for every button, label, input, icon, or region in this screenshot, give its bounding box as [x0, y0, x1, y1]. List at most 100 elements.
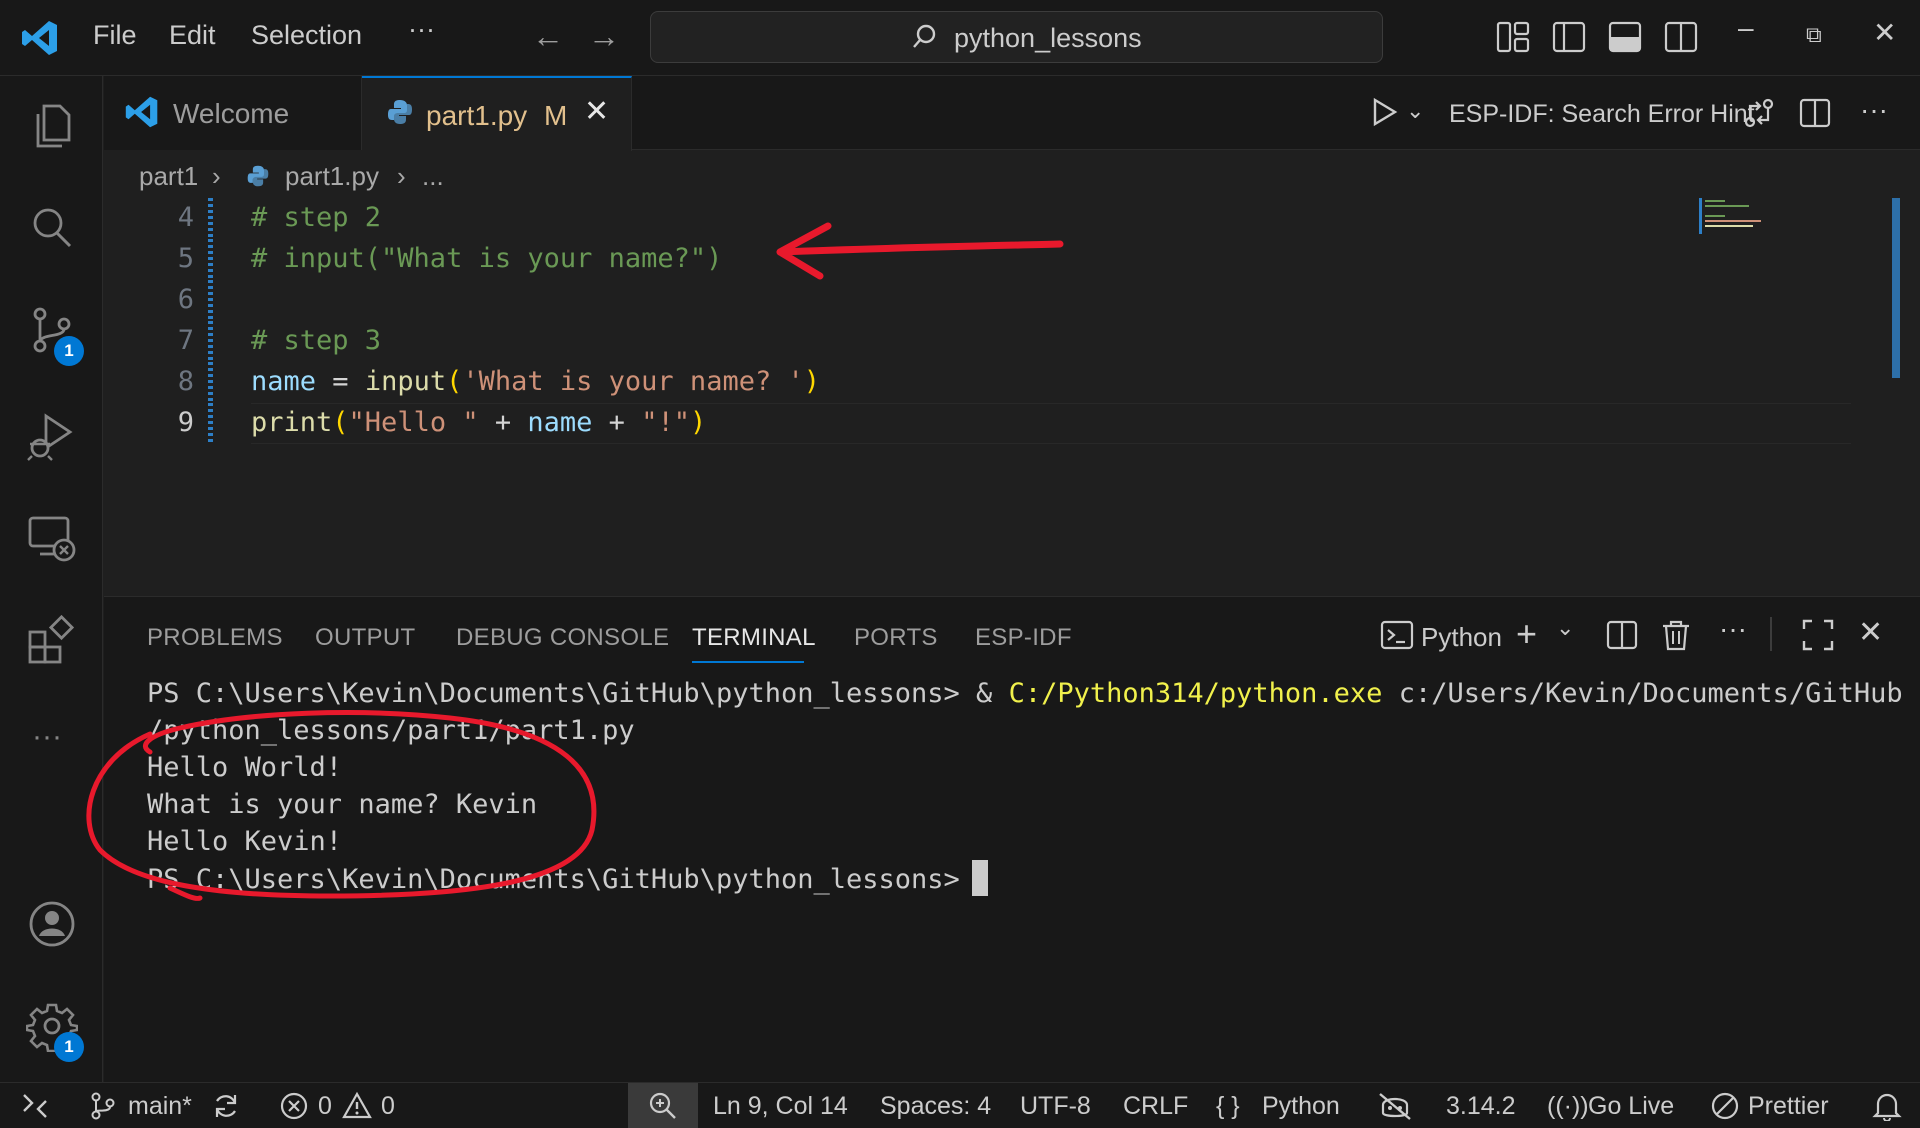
breadcrumb-symbols[interactable]: ... — [422, 161, 444, 192]
indentation-spaces[interactable]: Spaces: 4 — [880, 1092, 991, 1121]
menu-edit[interactable]: Edit — [169, 20, 216, 51]
copilot-disabled-icon[interactable] — [1377, 1091, 1413, 1121]
git-branch-icon[interactable] — [88, 1091, 118, 1121]
maximize-panel-icon[interactable] — [1800, 617, 1836, 653]
explorer-icon[interactable] — [26, 100, 78, 152]
tab-close-icon[interactable]: ✕ — [584, 94, 609, 129]
code-token: ) — [803, 366, 820, 397]
split-terminal-icon[interactable] — [1604, 617, 1640, 653]
cursor-position[interactable]: Ln 9, Col 14 — [713, 1092, 848, 1121]
editor-scrollbar[interactable] — [1892, 198, 1900, 378]
errors-icon[interactable] — [279, 1091, 309, 1121]
go-live-broadcast-icon[interactable]: ((·)) — [1547, 1092, 1589, 1121]
line-number: 9 — [177, 407, 194, 438]
tab-welcome[interactable]: Welcome — [104, 76, 362, 150]
vscode-logo-icon — [22, 21, 57, 55]
compare-changes-icon[interactable] — [1742, 96, 1776, 130]
remote-indicator-icon[interactable] — [20, 1091, 50, 1121]
terminal-text: & — [959, 678, 1009, 709]
editor-tab-bar: Welcome part1.py M ✕ ⌄ ESP-IDF: Search E… — [104, 76, 1920, 151]
activity-more-button[interactable]: ··· — [32, 720, 62, 754]
restore-icon[interactable]: ⧉ — [1806, 22, 1822, 48]
python-version[interactable]: 3.14.2 — [1446, 1092, 1516, 1121]
code-line: 5 # input("What is your name?") — [104, 239, 1884, 280]
terminal-output-line: Hello Kevin! — [147, 826, 343, 857]
prettier-status[interactable]: Prettier — [1748, 1092, 1829, 1121]
tab-debug-console[interactable]: DEBUG CONSOLE — [456, 624, 669, 652]
menu-selection[interactable]: Selection — [251, 20, 362, 51]
toggle-panel-icon[interactable] — [1607, 19, 1643, 55]
tab-terminal[interactable]: TERMINAL — [692, 624, 816, 652]
error-count[interactable]: 0 — [318, 1092, 332, 1121]
menu-more-button[interactable]: ··· — [408, 14, 435, 45]
panel-more-actions-button[interactable]: ··· — [1719, 613, 1747, 645]
terminal-output[interactable]: PS C:\Users\Kevin\Documents\GitHub\pytho… — [147, 675, 1903, 898]
code-token: input — [364, 366, 447, 397]
accounts-icon[interactable] — [26, 898, 78, 950]
zoom-status-item[interactable] — [628, 1083, 698, 1128]
prettier-disabled-icon[interactable] — [1710, 1091, 1740, 1121]
git-branch-name[interactable]: main* — [128, 1092, 192, 1121]
tab-output[interactable]: OUTPUT — [315, 624, 415, 652]
zoom-in-icon — [649, 1092, 676, 1119]
close-panel-icon[interactable]: ✕ — [1858, 615, 1883, 650]
run-python-file-icon[interactable] — [1368, 96, 1400, 128]
breadcrumb-python-icon — [247, 165, 269, 187]
tab-esp-idf[interactable]: ESP-IDF — [975, 624, 1072, 652]
code-editor[interactable]: 4 # step 2 5 # input("What is your name?… — [104, 198, 1920, 596]
remote-explorer-icon[interactable] — [26, 512, 78, 564]
tab-problems[interactable]: PROBLEMS — [147, 624, 283, 652]
sync-icon[interactable] — [211, 1091, 241, 1121]
kill-terminal-trash-icon[interactable] — [1658, 617, 1694, 653]
customize-layout-icon[interactable] — [1495, 19, 1531, 55]
title-bar: File Edit Selection ··· ← → python_lesso… — [0, 0, 1920, 76]
minimize-icon[interactable]: – — [1738, 12, 1754, 44]
minimap[interactable] — [1699, 198, 1789, 238]
code-line: 4 # step 2 — [104, 198, 1884, 239]
code-line: 8 name = input('What is your name? ') — [104, 362, 1884, 403]
menu-file[interactable]: File — [93, 20, 137, 51]
modified-gutter-mark — [208, 198, 213, 239]
run-debug-icon[interactable] — [26, 410, 78, 462]
code-comment: # input("What is your name?") — [251, 243, 723, 274]
forward-arrow-icon[interactable]: → — [588, 18, 620, 55]
tab-part1-label: part1.py — [426, 100, 528, 131]
search-sidebar-icon[interactable] — [26, 202, 78, 254]
breadcrumb-chevron-icon: › — [212, 161, 221, 191]
close-window-icon[interactable]: ✕ — [1873, 16, 1896, 49]
vscode-tab-icon — [125, 96, 158, 128]
extensions-icon[interactable] — [26, 614, 78, 666]
terminal-prompt: PS C:\Users\Kevin\Documents\GitHub\pytho… — [147, 864, 960, 895]
breadcrumb-file[interactable]: part1.py — [285, 161, 379, 192]
line-number: 5 — [177, 243, 194, 274]
source-control-badge: 1 — [54, 336, 84, 366]
file-encoding[interactable]: UTF-8 — [1020, 1092, 1091, 1121]
command-center-search[interactable]: python_lessons — [650, 11, 1383, 63]
go-live-button[interactable]: Go Live — [1588, 1092, 1674, 1121]
end-of-line[interactable]: CRLF — [1123, 1092, 1188, 1121]
toggle-secondary-sidebar-icon[interactable] — [1663, 19, 1699, 55]
terminal-prompt: PS C:\Users\Kevin\Documents\GitHub\pytho… — [147, 678, 960, 709]
tab-ports[interactable]: PORTS — [854, 624, 938, 652]
code-line: 7 # step 3 — [104, 321, 1884, 362]
code-token: ) — [689, 407, 707, 438]
breadcrumb-folder[interactable]: part1 — [139, 161, 198, 192]
tab-part1-py[interactable]: part1.py M ✕ — [362, 76, 632, 151]
toggle-sidebar-icon[interactable] — [1551, 19, 1587, 55]
code-token: name — [251, 366, 317, 397]
terminal-shell-name[interactable]: Python — [1421, 622, 1502, 653]
split-editor-icon[interactable] — [1798, 96, 1832, 130]
warnings-icon[interactable] — [342, 1091, 372, 1121]
terminal-output-line: Hello World! — [147, 752, 343, 783]
code-line: 6 — [104, 280, 1884, 321]
run-dropdown-chevron-icon[interactable]: ⌄ — [1406, 98, 1424, 124]
back-arrow-icon[interactable]: ← — [532, 18, 564, 55]
terminal-dropdown-chevron-icon[interactable]: ⌄ — [1556, 615, 1574, 641]
esp-idf-search-error-hint-button[interactable]: ESP-IDF: Search Error Hint — [1449, 100, 1755, 129]
language-mode[interactable]: Python — [1262, 1092, 1340, 1121]
notifications-bell-icon[interactable] — [1872, 1091, 1902, 1121]
editor-more-actions-button[interactable]: ··· — [1860, 94, 1888, 126]
new-terminal-plus-icon[interactable]: + — [1516, 613, 1537, 655]
language-braces-icon[interactable]: { } — [1216, 1092, 1240, 1121]
warning-count[interactable]: 0 — [381, 1092, 395, 1121]
